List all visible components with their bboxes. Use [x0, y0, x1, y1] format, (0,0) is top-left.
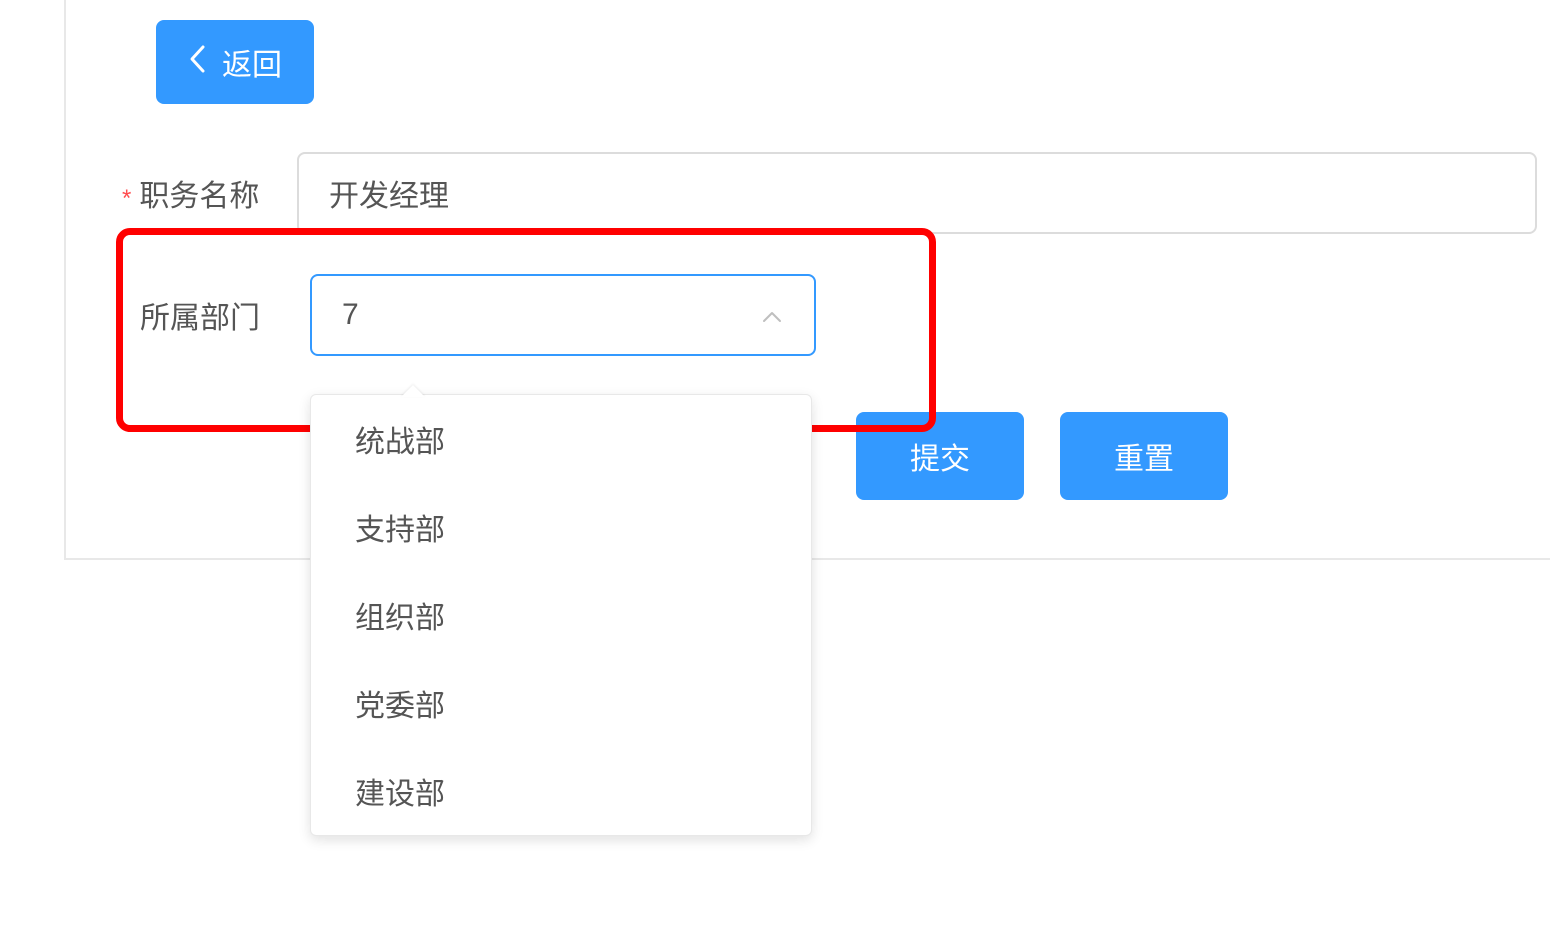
- dropdown-item[interactable]: 统战部: [311, 395, 811, 483]
- department-row: 所属部门 7 统战部 支持部 组织部 党委部 建设部: [66, 274, 1550, 356]
- department-select-wrap: 7 统战部 支持部 组织部 党委部 建设部: [310, 274, 816, 356]
- dropdown-item[interactable]: 建设部: [311, 747, 811, 835]
- reset-button[interactable]: 重置: [1060, 412, 1228, 500]
- department-dropdown: 统战部 支持部 组织部 党委部 建设部: [310, 394, 812, 836]
- chevron-left-icon: [188, 44, 206, 81]
- dropdown-item[interactable]: 支持部: [311, 483, 811, 571]
- submit-button[interactable]: 提交: [856, 412, 1024, 500]
- department-select-value: 7: [342, 298, 359, 332]
- job-title-input[interactable]: [297, 152, 1537, 234]
- job-title-label: 职务名称: [139, 180, 259, 213]
- chevron-up-icon: [760, 303, 784, 327]
- back-button[interactable]: 返回: [156, 20, 314, 104]
- required-asterisk: *: [122, 185, 131, 212]
- dropdown-item[interactable]: 党委部: [311, 659, 811, 747]
- form-panel: 返回 *职务名称 所属部门 7 统战部 支持部 组织部 党委部 建设: [64, 0, 1550, 560]
- back-button-label: 返回: [222, 40, 282, 84]
- dropdown-item[interactable]: 组织部: [311, 571, 811, 659]
- department-label: 所属部门: [140, 293, 310, 337]
- department-select[interactable]: 7: [310, 274, 816, 356]
- job-title-label-wrap: * 职务名称: [122, 171, 297, 215]
- job-title-row: * 职务名称: [66, 152, 1550, 234]
- action-buttons: 提交 重置: [856, 412, 1550, 500]
